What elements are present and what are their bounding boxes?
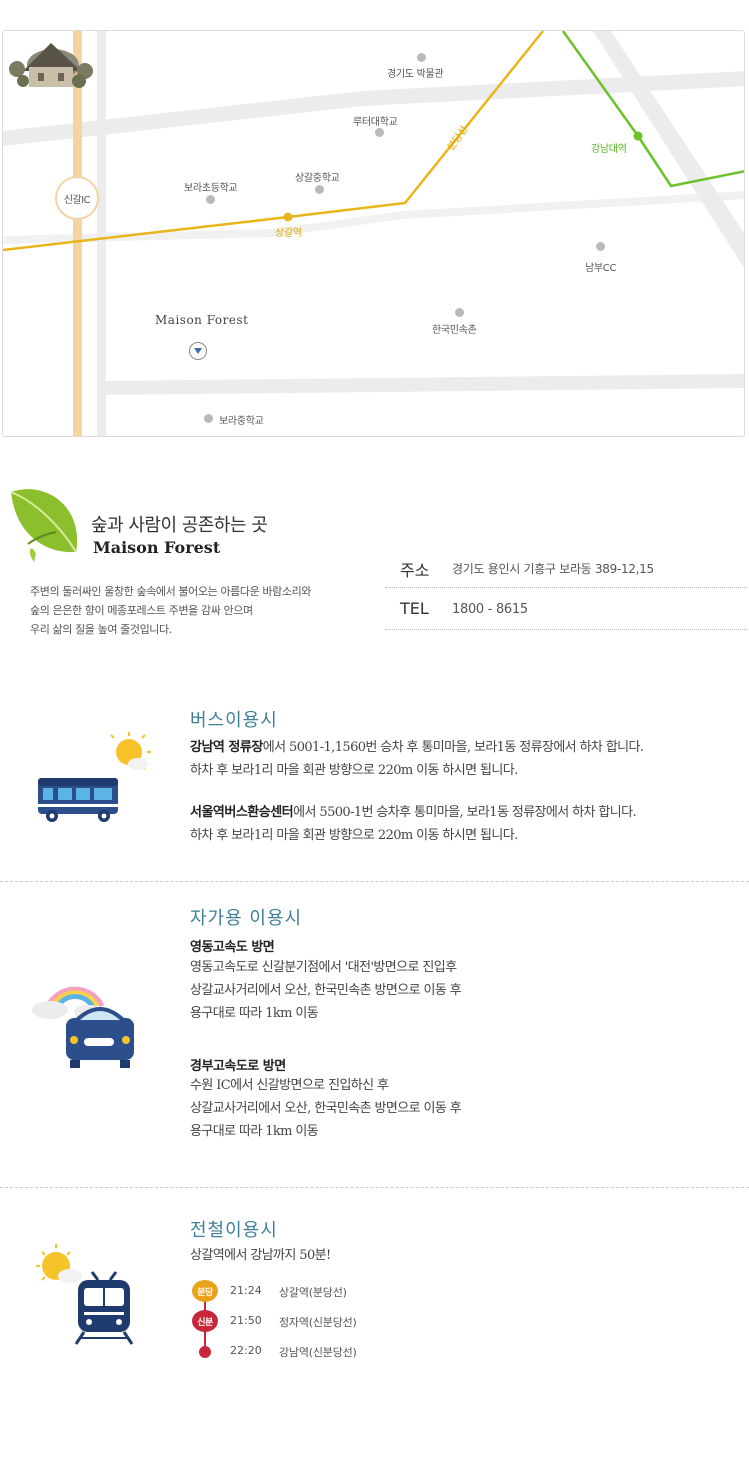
car-route-2-title: 경부고속도로 방면	[190, 1059, 286, 1074]
schedule-time: 21:24	[230, 1284, 262, 1297]
intro-description: 주변의 둘러싸인 울창한 숲속에서 불어오는 아름다운 바람소리와 숲의 은은한…	[30, 582, 380, 639]
address-label: 주소	[400, 561, 430, 580]
bus-route-2: 서울역버스환승센터에서 5500-1번 승차후 통미마을, 보라1동 정류장에서…	[190, 801, 637, 847]
maison-forest-logo	[9, 43, 93, 88]
map-roads	[3, 31, 744, 436]
bus-route-2-desc: 에서 5500-1번 승차후 통미마을, 보라1동 정류장에서 하차 합니다.	[293, 805, 637, 820]
bundang-line-badge: 분당	[192, 1280, 218, 1302]
schedule-row: 신분 21:50 정자역(신분당선)	[192, 1310, 492, 1334]
road-lower	[99, 374, 744, 395]
car-route-2-line: 용구대로 따라 1km 이동	[190, 1124, 319, 1139]
folk-village-label: 한국민속촌	[432, 325, 477, 336]
singal-ic-label: 신갈IC	[63, 194, 91, 206]
sun-icon	[36, 1244, 82, 1283]
leaf-icon	[10, 489, 78, 562]
car-route-1-line: 용구대로 따라 1km 이동	[190, 1006, 319, 1021]
bus-route-1-line-1: 강남역 정류장에서 5001-1,1560번 승차 후 통미마을, 보라1동 정…	[190, 736, 644, 759]
map-brand-label: Maison Forest	[155, 313, 249, 327]
sanggal-station-label: 상갈역	[275, 228, 302, 239]
subway-section: 전철이용시 상갈역에서 강남까지 50분! 분당 21:24 상갈역(분당선)	[0, 1188, 749, 1388]
car-route-2: 수원 IC에서 신갈방면으로 진입하신 후 상갈교사거리에서 오산, 한국민속촌…	[190, 1074, 462, 1143]
address-row: 주소 경기도 용인시 기흥구 보라동 389-12,15	[385, 546, 747, 588]
car-route-1-title: 영동고속도 방면	[190, 940, 275, 955]
museum-dot	[417, 53, 426, 62]
subway-title: 전철이용시	[190, 1220, 278, 1241]
bora-middle-label: 보라중학교	[219, 416, 264, 427]
schedule-time: 22:20	[230, 1344, 262, 1357]
tel-value[interactable]: 1800 - 8615	[452, 602, 528, 617]
shinbundang-line-badge: 신분	[192, 1310, 218, 1332]
subway-summary: 상갈역에서 강남까지 50분!	[190, 1248, 331, 1263]
car-route-1-line: 영동고속도로 신갈분기점에서 '대전'방면으로 진입후	[190, 960, 457, 975]
sanggal-middle-label: 상갈중학교	[295, 173, 340, 184]
gangnam-univ-station-dot	[633, 131, 643, 141]
gangnam-univ-station-label: 강남대역	[591, 144, 627, 155]
intro-desc-line: 우리 삶의 질을 높여 줄것입니다.	[30, 623, 172, 636]
schedule-station: 상갈역(분당선)	[279, 1286, 347, 1299]
car-route-1: 영동고속도로 신갈분기점에서 '대전'방면으로 진입후 상갈교사거리에서 오산,…	[190, 956, 462, 1025]
bus-route-1: 강남역 정류장에서 5001-1,1560번 승차 후 통미마을, 보라1동 정…	[190, 736, 644, 782]
bus-section: 버스이용시 강남역 정류장에서 5001-1,1560번 승차 후 통미마을, …	[0, 690, 749, 881]
intro-desc-line: 주변의 둘러싸인 울창한 숲속에서 불어오는 아름다운 바람소리와	[30, 585, 312, 598]
museum-label: 경기도 박물관	[387, 69, 444, 80]
schedule-row: 분당 21:24 상갈역(분당선)	[192, 1280, 492, 1304]
schedule-station: 강남역(신분당선)	[279, 1346, 357, 1359]
intro-title: 숲과 사람이 공존하는 곳	[91, 515, 268, 536]
bus-route-1-line-2: 하차 후 보라1리 마을 회관 방향으로 220m 이동 하시면 됩니다.	[190, 763, 518, 778]
car-title: 자가용 이용시	[190, 908, 303, 929]
car-icon	[32, 986, 134, 1068]
train-icon	[36, 1244, 134, 1345]
bora-middle-dot	[204, 414, 213, 423]
luther-univ-label: 루터대학교	[353, 117, 398, 128]
sun-icon	[110, 732, 151, 770]
sanggal-middle-dot	[315, 185, 324, 194]
bus-icon	[38, 732, 151, 822]
singal-ic-marker: 신갈IC	[55, 176, 99, 220]
bus-route-2-line-1: 서울역버스환승센터에서 5500-1번 승차후 통미마을, 보라1동 정류장에서…	[190, 801, 637, 824]
bus-route-2-line-2: 하차 후 보라1리 마을 회관 방향으로 220m 이동 하시면 됩니다.	[190, 828, 518, 843]
nambu-cc-label: 남부CC	[585, 263, 617, 274]
intro-brand: Maison Forest	[93, 538, 221, 557]
bora-elementary-dot	[206, 195, 215, 204]
intro-desc-line: 숲의 은은한 향이 메종포레스트 주변을 감싸 안으며	[30, 604, 253, 617]
nambu-cc-dot	[596, 242, 605, 251]
car-route-1-line: 상갈교사거리에서 오산, 한국민속촌 방면으로 이동 후	[190, 983, 462, 998]
car-route-2-line: 수원 IC에서 신갈방면으로 진입하신 후	[190, 1078, 389, 1093]
intro-section: 숲과 사람이 공존하는 곳 Maison Forest 주변의 둘러싸인 울창한…	[0, 478, 749, 658]
tel-label: TEL	[400, 599, 429, 618]
location-map[interactable]: 신갈IC 경기도 박물관 루터대학교 상갈중학교 보라초등학교 상갈역 분당선 …	[2, 30, 745, 437]
schedule-row: 22:20 강남역(신분당선)	[192, 1340, 492, 1364]
folk-village-dot	[455, 308, 464, 317]
location-pin-icon[interactable]	[189, 342, 207, 360]
address-value: 경기도 용인시 기흥구 보라동 389-12,15	[452, 562, 654, 576]
luther-univ-dot	[375, 128, 384, 137]
bus-route-1-desc: 에서 5001-1,1560번 승차 후 통미마을, 보라1동 정류장에서 하차…	[262, 740, 644, 755]
bus-route-2-stop: 서울역버스환승센터	[190, 805, 294, 820]
schedule-time: 21:50	[230, 1314, 262, 1327]
car-route-2-line: 상갈교사거리에서 오산, 한국민속촌 방면으로 이동 후	[190, 1101, 462, 1116]
car-section: 자가용 이용시 영동고속도 방면 영동고속도로 신갈분기점에서 '대전'방면으로…	[0, 882, 749, 1187]
bus-title: 버스이용시	[190, 710, 278, 731]
tel-row: TEL 1800 - 8615	[385, 588, 747, 630]
bus-route-1-stop: 강남역 정류장	[190, 740, 263, 755]
schedule-station: 정자역(신분당선)	[279, 1316, 357, 1329]
sanggal-station-dot	[283, 212, 293, 222]
terminal-stop-dot	[199, 1346, 211, 1358]
bora-elementary-label: 보라초등학교	[184, 183, 238, 194]
road-vertical	[97, 31, 106, 436]
